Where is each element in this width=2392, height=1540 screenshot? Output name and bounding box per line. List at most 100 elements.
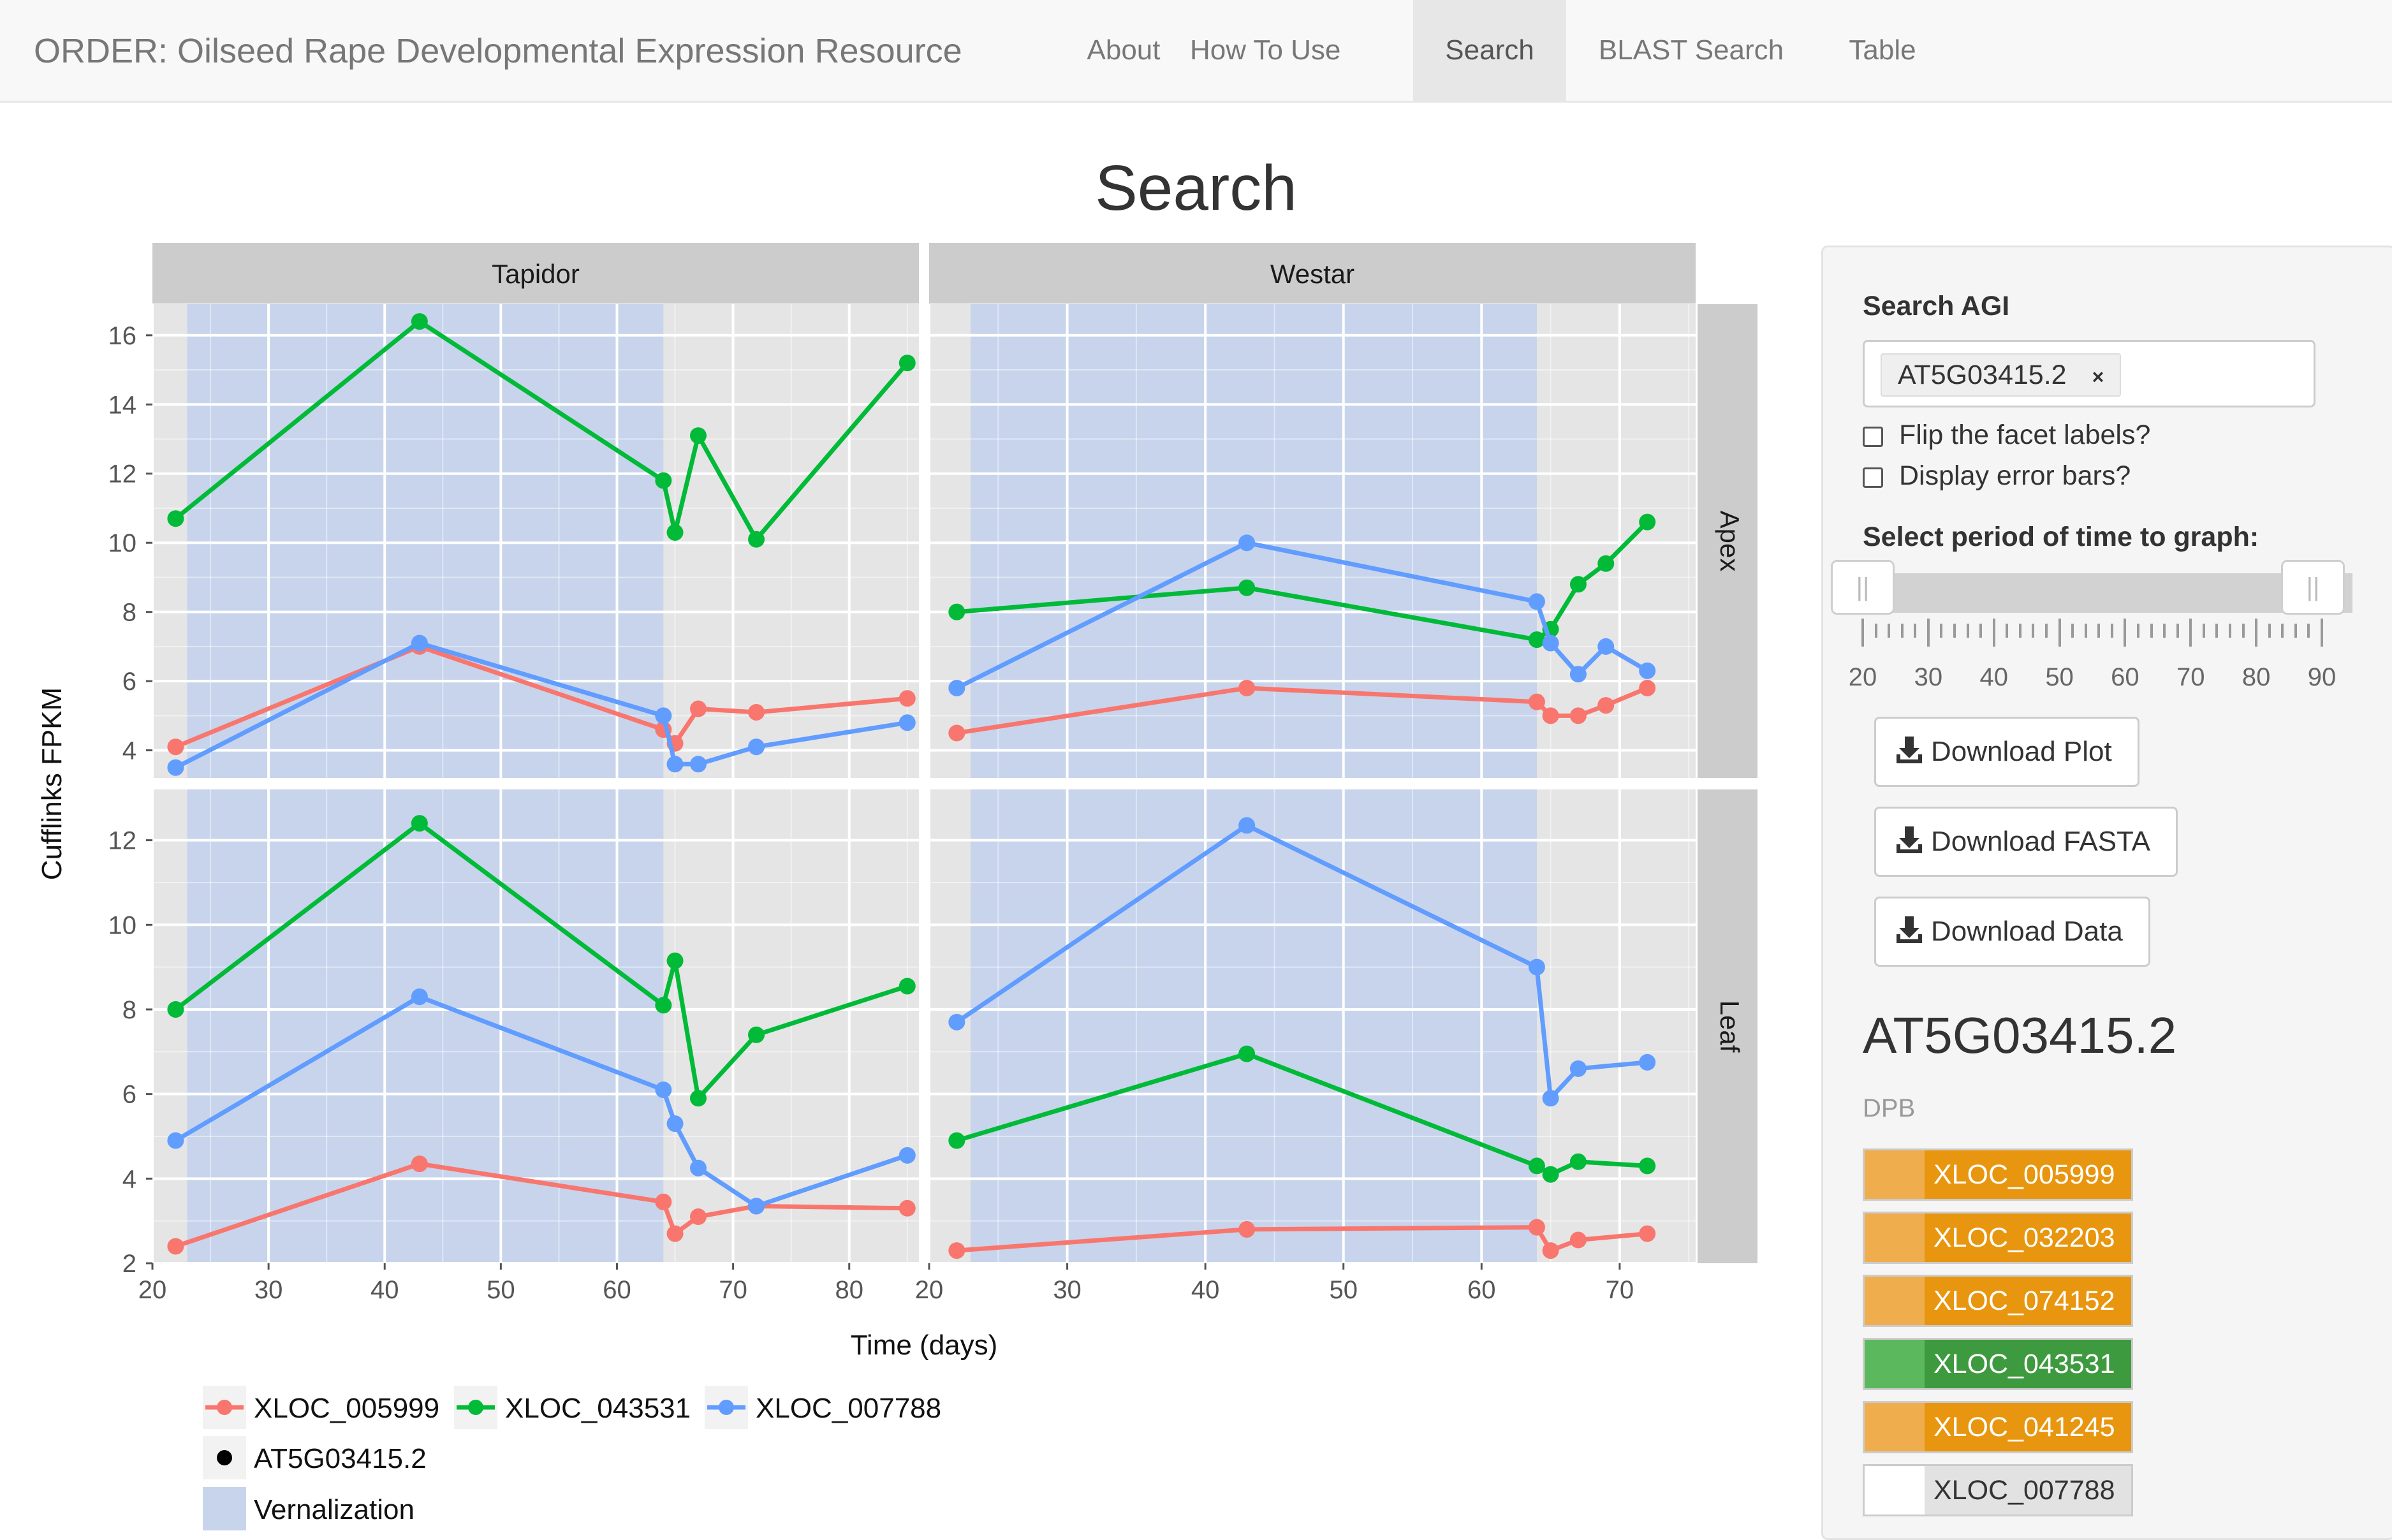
download-plot-label: Download Plot [1931,736,2112,767]
download-plot-button[interactable]: Download Plot [1874,717,2139,787]
data-point [948,679,965,696]
data-point [748,1198,765,1215]
xloc-badge[interactable]: XLOC_074152 [1863,1275,2133,1327]
slider-tick-label: 50 [2045,663,2074,691]
data-point [948,1132,965,1149]
facet-strip-label: Tapidor [492,259,580,289]
data-point [689,1090,707,1107]
xloc-color-swatch [1865,1214,1925,1262]
slider-tick-label: 20 [1848,663,1877,691]
xloc-badge[interactable]: XLOC_043531 [1863,1338,2133,1390]
x-tick-label: 50 [1329,1276,1358,1304]
y-tick-label: 10 [108,529,137,557]
data-point [748,703,765,721]
data-point [689,756,707,773]
slider-minor-tick [2215,624,2219,638]
download-icon [1897,737,1922,764]
data-point [1597,638,1615,655]
nav-blast-search[interactable]: BLAST Search [1566,0,1816,101]
error-bars-checkbox-row[interactable]: Display error bars? [1863,460,2131,492]
slider-tick-label: 60 [2111,663,2139,691]
x-tick-label: 60 [1467,1276,1496,1304]
slider-minor-tick [2242,624,2245,638]
data-point [655,1082,672,1099]
xloc-badge[interactable]: XLOC_005999 [1863,1148,2133,1201]
brand-title[interactable]: ORDER: Oilseed Rape Developmental Expres… [34,0,962,103]
slider-tick-label: 70 [2176,663,2205,691]
agi-subtitle: DPB [1863,1094,1916,1122]
agi-select-input[interactable]: AT5G03415.2 × [1863,340,2315,407]
slider-minor-tick [1874,624,1877,638]
vernalization-band [970,789,1537,1263]
selected-agi-chip[interactable]: AT5G03415.2 × [1881,353,2122,397]
nav-search[interactable]: Search [1413,0,1566,101]
nav-about[interactable]: About [1064,0,1184,101]
x-tick-label: 30 [254,1276,283,1304]
xloc-badge[interactable]: XLOC_041245 [1863,1401,2133,1453]
slider-minor-tick [2071,624,2074,638]
xloc-color-swatch [1865,1150,1925,1199]
slider-minor-tick [2307,624,2310,638]
xloc-color-swatch [1865,1403,1925,1451]
flip-facet-checkbox-row[interactable]: Flip the facet labels? [1863,420,2150,451]
y-tick-label: 4 [122,737,136,765]
legend-key [203,1487,246,1530]
time-range-slider-track[interactable] [1836,573,2352,613]
data-point [689,1159,707,1177]
x-tick-label: 40 [371,1276,399,1304]
slider-minor-tick [2045,624,2048,638]
nav-table[interactable]: Table [1816,0,1949,101]
x-tick-label: 20 [915,1276,944,1304]
xloc-badge[interactable]: XLOC_007788 [1863,1464,2133,1516]
error-bars-checkbox[interactable] [1863,467,1883,488]
legend-point [719,1400,734,1415]
xloc-label: XLOC_041245 [1933,1412,2115,1442]
search-agi-label: Search AGI [1863,291,2010,321]
slider-minor-tick [1979,624,1983,638]
data-point [655,707,672,724]
data-point [1238,534,1256,552]
slider-minor-tick [2163,624,2166,638]
y-axis-title: Cufflinks FPKM [36,687,68,880]
xloc-label: XLOC_074152 [1933,1286,2115,1316]
slider-major-tick [2189,619,2192,647]
nav-how-to-use[interactable]: How To Use [1190,0,1340,101]
data-point [1569,1060,1587,1077]
y-tick-label: 8 [122,599,136,627]
data-point [167,1238,184,1255]
download-data-button[interactable]: Download Data [1874,897,2150,967]
xloc-label: XLOC_043531 [1933,1349,2115,1379]
slider-minor-tick [2294,624,2297,638]
data-point [1238,579,1256,596]
data-point [748,738,765,756]
y-tick-label: 16 [108,322,137,350]
data-point [411,815,428,832]
data-point [1528,1219,1545,1236]
data-point [167,1132,184,1149]
facet-strip-label: Westar [1270,259,1354,289]
data-point [1639,1225,1656,1242]
slider-handle-low[interactable]: || [1831,560,1895,615]
flip-facet-label: Flip the facet labels? [1899,420,2151,450]
slider-minor-tick [1888,624,1891,638]
x-axis-title: Time (days) [851,1330,998,1361]
data-point [1639,679,1656,696]
facet-strip-label: Apex [1715,511,1745,572]
slider-minor-tick [2032,624,2035,638]
slider-handle-high[interactable]: || [2281,560,2345,615]
data-point [167,738,184,756]
data-point [1528,958,1545,976]
x-tick-label: 20 [138,1276,167,1304]
download-icon [1897,826,1922,854]
xloc-badge[interactable]: XLOC_032203 [1863,1212,2133,1264]
data-point [899,1147,916,1164]
legend-label: XLOC_005999 [254,1393,439,1424]
download-fasta-button[interactable]: Download FASTA [1874,807,2178,877]
slider-tick-label: 40 [1979,663,2008,691]
remove-agi-icon[interactable]: × [2092,365,2104,388]
data-point [666,524,684,541]
data-point [948,1013,965,1030]
data-point [1597,697,1615,714]
flip-facet-checkbox[interactable] [1863,426,1883,447]
slider-minor-tick [2097,624,2101,638]
